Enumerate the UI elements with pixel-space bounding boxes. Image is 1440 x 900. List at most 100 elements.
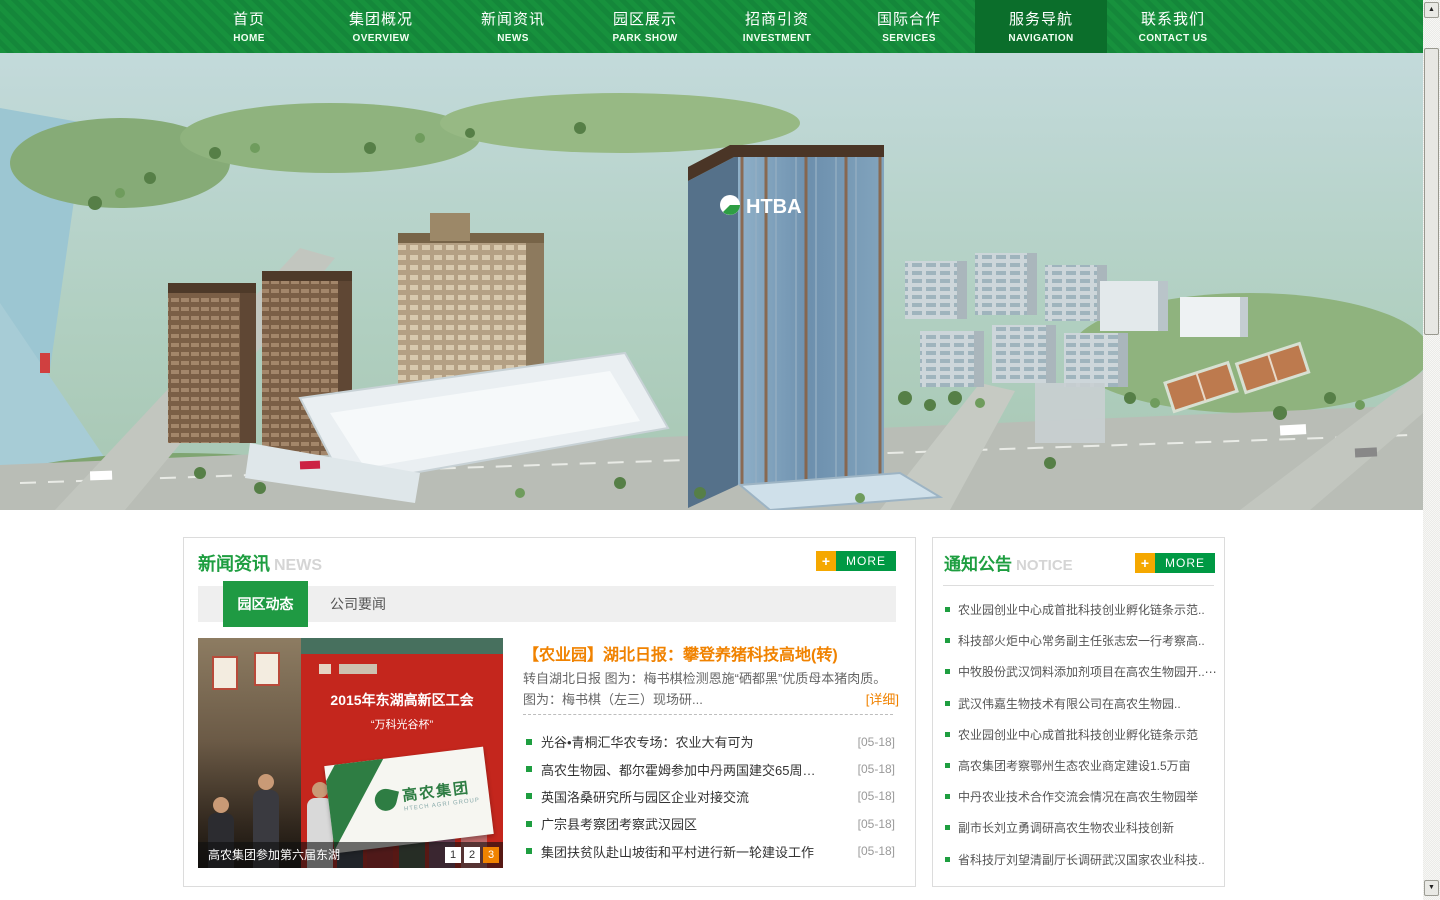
notice-list-item[interactable]: 高农集团考察鄂州生态农业商定建设1.5万亩 [945,750,1218,781]
notice-list-item[interactable]: 科技部火炬中心常务副主任张志宏一行考察高.. [945,625,1218,656]
nav-label-en: NAVIGATION [975,33,1107,44]
nav-label-zh: 服务导航 [975,8,1107,29]
bullet-icon [945,763,950,768]
wall-strip [301,638,503,654]
bullet-icon [526,821,532,827]
nav-item-news[interactable]: 新闻资讯 NEWS [447,0,579,53]
notice-item-title: 中丹农业技术合作交流会情况在高农生物园举 [958,788,1198,805]
news-item-title: 英国洛桑研究所与园区企业对接交流 [541,787,749,806]
nav-label-en: CONTACT US [1107,33,1239,44]
news-list-item[interactable]: 英国洛桑研究所与园区企业对接交流 [05-18] [526,783,895,810]
notice-item-title: 农业园创业中心成首批科技创业孵化链条示范.. [958,601,1205,618]
excerpt-text: 转自湖北日报 图为：梅书棋检测恩施“硒都黑”优质母本猪肉质。 图为：梅书棋（左三… [523,671,886,707]
htba-logo-text: HTBA [746,196,802,218]
vertical-scrollbar[interactable]: ▲ ▼ [1423,0,1440,900]
nav-label-zh: 集团概况 [315,8,447,29]
banner-text-line1: 2015年东湖高新区工会 [301,690,503,710]
news-more-button[interactable]: + MORE [816,551,896,571]
bullet-icon [945,669,950,674]
news-list-item[interactable]: 高农生物园、都尔霍姆参加中丹两国建交65周… [05-18] [526,755,895,782]
bullet-icon [945,794,950,799]
notice-item-title: 武汉伟嘉生物技术有限公司在高农生物园.. [958,695,1181,712]
notice-item-title: 中牧股份武汉饲料添加剂项目在高农生物园开..⋯ [958,663,1217,680]
more-label: MORE [1155,553,1215,573]
scrollbar-thumb[interactable] [1424,48,1439,335]
tab-company-news[interactable]: 公司要闻 [330,586,386,622]
photo-left-scene [198,638,301,868]
nav-label-en: SERVICES [843,33,975,44]
slide-pager: 1 2 3 [445,847,499,863]
news-item-date: [05-18] [850,844,895,858]
news-list-item[interactable]: 集团扶贫队赴山坡街和平村进行新一轮建设工作 [05-18] [526,838,895,865]
news-item-title: 集团扶贫队赴山坡街和平村进行新一轮建设工作 [541,842,814,861]
news-slide-photo[interactable]: 2015年东湖高新区工会 “万科光谷杯” 高农集团 HTECH AGRI GRO… [198,638,503,868]
nav-item-navigation[interactable]: 服务导航 NAVIGATION [975,0,1107,53]
featured-article-excerpt: 转自湖北日报 图为：梅书棋检测恩施“硒都黑”优质母本猪肉质。 图为：梅书棋（左三… [523,668,891,710]
nav-item-home[interactable]: 首页 HOME [183,0,315,53]
pager-2[interactable]: 2 [464,847,480,863]
notice-list-item[interactable]: 中牧股份武汉饲料添加剂项目在高农生物园开..⋯ [945,656,1218,687]
news-list-item[interactable]: 广宗县考察团考察武汉园区 [05-18] [526,810,895,837]
bullet-icon [945,638,950,643]
nav-label-zh: 新闻资讯 [447,8,579,29]
notice-more-button[interactable]: + MORE [1135,553,1215,573]
notice-list-item[interactable]: 中丹农业技术合作交流会情况在高农生物园举 [945,781,1218,812]
notice-list-item[interactable]: 武汉伟嘉生物技术有限公司在高农生物园.. [945,688,1218,719]
news-tab-bar: 园区动态 公司要闻 [198,586,896,622]
bullet-icon [945,607,950,612]
news-item-title: 光谷•青桐汇华农专场：农业大有可为 [541,732,754,751]
notice-item-title: 农业园创业中心成首批科技创业孵化链条示范 [958,726,1198,743]
news-item-date: [05-18] [850,735,895,749]
news-item-title: 高农生物园、都尔霍姆参加中丹两国建交65周… [541,760,815,779]
scroll-up-arrow[interactable]: ▲ [1424,2,1439,18]
news-title-zh: 新闻资讯 [198,554,270,574]
nav-label-en: HOME [183,33,315,44]
news-item-date: [05-18] [850,817,895,831]
plus-icon: + [816,551,836,571]
plus-icon: + [1135,553,1155,573]
nav-items: 首页 HOME 集团概况 OVERVIEW 新闻资讯 NEWS 园区展示 PAR… [183,0,1239,53]
bullet-icon [526,793,532,799]
leaf-logo-icon [373,787,399,813]
pager-3-active[interactable]: 3 [483,847,499,863]
bullet-icon [526,766,532,772]
nav-item-services[interactable]: 国际合作 SERVICES [843,0,975,53]
notice-list-item[interactable]: 农业园创业中心成首批科技创业孵化链条示范.. [945,594,1218,625]
notice-title-zh: 通知公告 [944,555,1012,574]
nav-item-park-show[interactable]: 园区展示 PARK SHOW [579,0,711,53]
notice-list: 农业园创业中心成首批科技创业孵化链条示范.. 科技部火炬中心常务副主任张志宏一行… [945,594,1218,875]
nav-item-investment[interactable]: 招商引资 INVESTMENT [711,0,843,53]
bullet-icon [526,739,532,745]
notice-list-item[interactable]: 农业园创业中心成首批科技创业孵化链条示范 [945,719,1218,750]
news-section-title: 新闻资讯NEWS [198,550,322,576]
notice-panel: 通知公告NOTICE + MORE 农业园创业中心成首批科技创业孵化链条示范..… [932,537,1225,887]
bullet-icon [526,848,532,854]
nav-label-zh: 首页 [183,8,315,29]
nav-label-zh: 国际合作 [843,8,975,29]
notice-title-en: NOTICE [1016,557,1073,574]
news-list-item[interactable]: 光谷•青桐汇华农专场：农业大有可为 [05-18] [526,728,895,755]
detail-link[interactable]: [详细] [866,689,899,710]
tab-park-news[interactable]: 园区动态 [223,581,308,627]
nav-item-contact[interactable]: 联系我们 CONTACT US [1107,0,1239,53]
scroll-down-arrow[interactable]: ▼ [1424,880,1439,896]
notice-item-title: 省科技厅刘望清副厅长调研武汉国家农业科技.. [958,851,1205,868]
featured-article-title[interactable]: 【农业园】湖北日报：攀登养猪科技高地(转) [523,641,903,665]
notice-item-title: 高农集团考察鄂州生态农业商定建设1.5万亩 [958,757,1191,774]
notice-section-title: 通知公告NOTICE [944,550,1073,575]
banner-text-line2: “万科光谷杯” [301,716,503,732]
certificate-frame [254,652,280,686]
nav-item-overview[interactable]: 集团概况 OVERVIEW [315,0,447,53]
slide-caption-bar: 高农集团参加第六届东湖 1 2 3 [198,842,503,868]
pager-1[interactable]: 1 [445,847,461,863]
news-panel: 新闻资讯NEWS + MORE 园区动态 公司要闻 2015年东湖高新区工会 “… [183,537,916,887]
dashed-divider [523,714,893,715]
photo-banner-scene: 2015年东湖高新区工会 “万科光谷杯” 高农集团 HTECH AGRI GRO… [301,638,503,868]
hero-banner: HTBA [0,53,1423,510]
bullet-icon [945,701,950,706]
top-navigation: 首页 HOME 集团概况 OVERVIEW 新闻资讯 NEWS 园区展示 PAR… [0,0,1423,53]
news-title-en: NEWS [274,557,322,574]
notice-list-item[interactable]: 副市长刘立勇调研高农生物农业科技创新 [945,812,1218,843]
nav-label-en: NEWS [447,33,579,44]
notice-list-item[interactable]: 省科技厅刘望清副厅长调研武汉国家农业科技.. [945,844,1218,875]
